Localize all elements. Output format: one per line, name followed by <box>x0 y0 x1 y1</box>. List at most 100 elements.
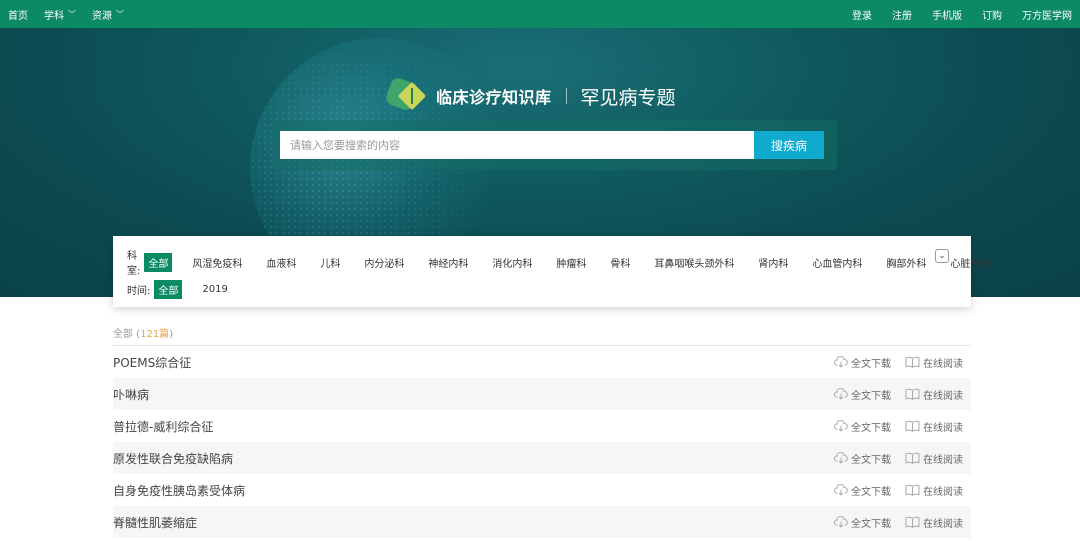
download-button[interactable]: 全文下载 <box>834 515 891 530</box>
nav-resources-label: 资源 <box>92 10 112 22</box>
department-filter: 科室: 全部 风湿免疫科 血液科 儿科 内分泌科 神经内科 消化内科 肿瘤科 骨… <box>127 247 1010 277</box>
read-label: 在线阅读 <box>923 454 963 466</box>
result-row: 卟啉病 全文下载 在线阅读 <box>113 378 971 410</box>
download-button[interactable]: 全文下载 <box>834 387 891 402</box>
download-label: 全文下载 <box>851 358 891 370</box>
result-row: 脊髓性肌萎缩症 全文下载 在线阅读 <box>113 506 971 538</box>
nav-subscribe[interactable]: 订购 <box>982 7 1002 22</box>
result-actions: 全文下载 在线阅读 <box>820 387 963 402</box>
result-actions: 全文下载 在线阅读 <box>820 451 963 466</box>
result-title[interactable]: 普拉德-威利综合征 <box>113 418 213 435</box>
result-actions: 全文下载 在线阅读 <box>820 419 963 434</box>
result-row: 普拉德-威利综合征 全文下载 在线阅读 <box>113 410 971 442</box>
brand-name: 临床诊疗知识库 <box>436 88 552 107</box>
search-input[interactable]: 请输入您要搜索的内容 <box>280 131 754 159</box>
top-nav-left: 首页 学科 ﹀ 资源 ﹀ <box>8 7 140 22</box>
open-book-icon <box>905 484 920 496</box>
result-actions: 全文下载 在线阅读 <box>820 515 963 530</box>
read-label: 在线阅读 <box>923 486 963 498</box>
open-book-icon <box>905 356 920 368</box>
download-button[interactable]: 全文下载 <box>834 419 891 434</box>
download-button[interactable]: 全文下载 <box>834 483 891 498</box>
open-book-icon <box>905 452 920 464</box>
download-label: 全文下载 <box>851 454 891 466</box>
department-tag[interactable]: 儿科 <box>316 253 344 272</box>
download-label: 全文下载 <box>851 518 891 530</box>
time-tag-2019[interactable]: 2019 <box>198 282 231 297</box>
download-label: 全文下载 <box>851 486 891 498</box>
department-tag[interactable]: 肾内科 <box>754 253 792 272</box>
nav-home[interactable]: 首页 <box>8 7 28 22</box>
department-tag[interactable]: 耳鼻咽喉头颈外科 <box>650 253 738 272</box>
department-tag[interactable]: 消化内科 <box>488 253 536 272</box>
department-tag[interactable]: 心脏外科 <box>946 253 994 272</box>
department-tag[interactable]: 神经内科 <box>424 253 472 272</box>
summary-label: 全部 <box>113 329 133 340</box>
department-tag[interactable]: 血液科 <box>262 253 300 272</box>
cloud-download-icon <box>834 452 848 464</box>
top-nav-right: 登录 注册 手机版 订购 万方医学网 <box>832 7 1072 22</box>
result-title[interactable]: 卟啉病 <box>113 386 149 403</box>
nav-login[interactable]: 登录 <box>852 7 872 22</box>
chevron-down-icon: ﹀ <box>68 9 76 19</box>
download-button[interactable]: 全文下载 <box>834 451 891 466</box>
open-book-icon <box>905 516 920 528</box>
result-row: POEMS综合征 全文下载 在线阅读 <box>113 346 971 378</box>
cloud-download-icon <box>834 484 848 496</box>
download-label: 全文下载 <box>851 390 891 402</box>
open-book-icon <box>905 388 920 400</box>
nav-mobile[interactable]: 手机版 <box>932 7 962 22</box>
result-row: 自身免疫性胰岛素受体病 全文下载 在线阅读 <box>113 474 971 506</box>
cloud-download-icon <box>834 516 848 528</box>
result-row: 原发性联合免疫缺陷病 全文下载 在线阅读 <box>113 442 971 474</box>
nav-home-label: 首页 <box>8 10 28 22</box>
read-label: 在线阅读 <box>923 390 963 402</box>
read-online-button[interactable]: 在线阅读 <box>905 387 963 402</box>
brand-logo <box>384 76 428 112</box>
cloud-download-icon <box>834 356 848 368</box>
result-title[interactable]: 自身免疫性胰岛素受体病 <box>113 482 245 499</box>
read-online-button[interactable]: 在线阅读 <box>905 515 963 530</box>
read-online-button[interactable]: 在线阅读 <box>905 483 963 498</box>
nav-register[interactable]: 注册 <box>892 7 912 22</box>
cloud-download-icon <box>834 388 848 400</box>
department-tag-all[interactable]: 全部 <box>144 252 173 272</box>
nav-resources[interactable]: 资源 ﹀ <box>92 7 124 22</box>
read-online-button[interactable]: 在线阅读 <box>905 355 963 370</box>
search-bar: 请输入您要搜索的内容 搜疾病 <box>275 120 837 170</box>
open-book-icon <box>905 420 920 432</box>
department-tag[interactable]: 肿瘤科 <box>552 253 590 272</box>
topic-title: 罕见病专题 <box>580 86 676 109</box>
download-label: 全文下载 <box>851 422 891 434</box>
expand-departments-button[interactable]: ⌄ <box>935 249 949 263</box>
department-tag[interactable]: 胸部外科 <box>882 253 930 272</box>
read-label: 在线阅读 <box>923 518 963 530</box>
read-label: 在线阅读 <box>923 422 963 434</box>
read-label: 在线阅读 <box>923 358 963 370</box>
read-online-button[interactable]: 在线阅读 <box>905 451 963 466</box>
results-summary: 全部 (121篇) <box>113 329 174 340</box>
nav-subjects-label: 学科 <box>44 10 64 22</box>
result-count: 121篇 <box>140 329 170 340</box>
chevron-down-icon: ﹀ <box>116 9 124 19</box>
search-button[interactable]: 搜疾病 <box>754 131 824 159</box>
download-button[interactable]: 全文下载 <box>834 355 891 370</box>
nav-wanfang[interactable]: 万方医学网 <box>1022 7 1072 22</box>
top-nav-bar: 首页 学科 ﹀ 资源 ﹀ 登录 注册 手机版 订购 万方医学网 <box>0 0 1080 28</box>
department-label: 科室: <box>127 251 141 277</box>
department-tag[interactable]: 心血管内科 <box>808 253 866 272</box>
department-tag[interactable]: 骨科 <box>606 253 634 272</box>
result-title[interactable]: 原发性联合免疫缺陷病 <box>113 450 233 467</box>
result-title[interactable]: POEMS综合征 <box>113 354 191 371</box>
time-filter: 时间: 全部 2019 <box>127 280 248 299</box>
cloud-download-icon <box>834 420 848 432</box>
department-tag[interactable]: 风湿免疫科 <box>188 253 246 272</box>
result-actions: 全文下载 在线阅读 <box>820 483 963 498</box>
department-tag[interactable]: 内分泌科 <box>360 253 408 272</box>
nav-subjects[interactable]: 学科 ﹀ <box>44 7 76 22</box>
read-online-button[interactable]: 在线阅读 <box>905 419 963 434</box>
brand-divider <box>565 88 567 104</box>
time-tag-all[interactable]: 全部 <box>154 280 183 299</box>
result-actions: 全文下载 在线阅读 <box>820 355 963 370</box>
result-title[interactable]: 脊髓性肌萎缩症 <box>113 514 197 531</box>
